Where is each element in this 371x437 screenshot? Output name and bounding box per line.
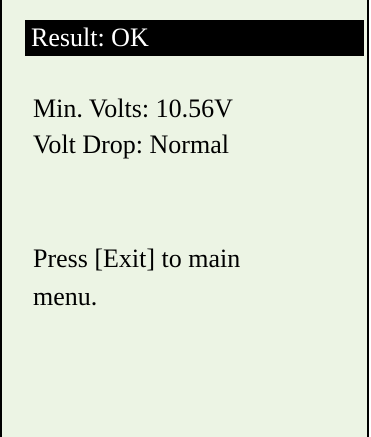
- instruction-text-line1: Press [Exit] to main: [33, 244, 241, 273]
- min-volts-text: Min. Volts: 10.56V: [33, 94, 233, 123]
- instruction-text-line2: menu.: [33, 282, 98, 311]
- result-title: Result: OK: [25, 20, 364, 56]
- device-screen: Result: OK Min. Volts: 10.56V Volt Drop:…: [0, 0, 369, 437]
- volt-drop-text: Volt Drop: Normal: [33, 130, 229, 159]
